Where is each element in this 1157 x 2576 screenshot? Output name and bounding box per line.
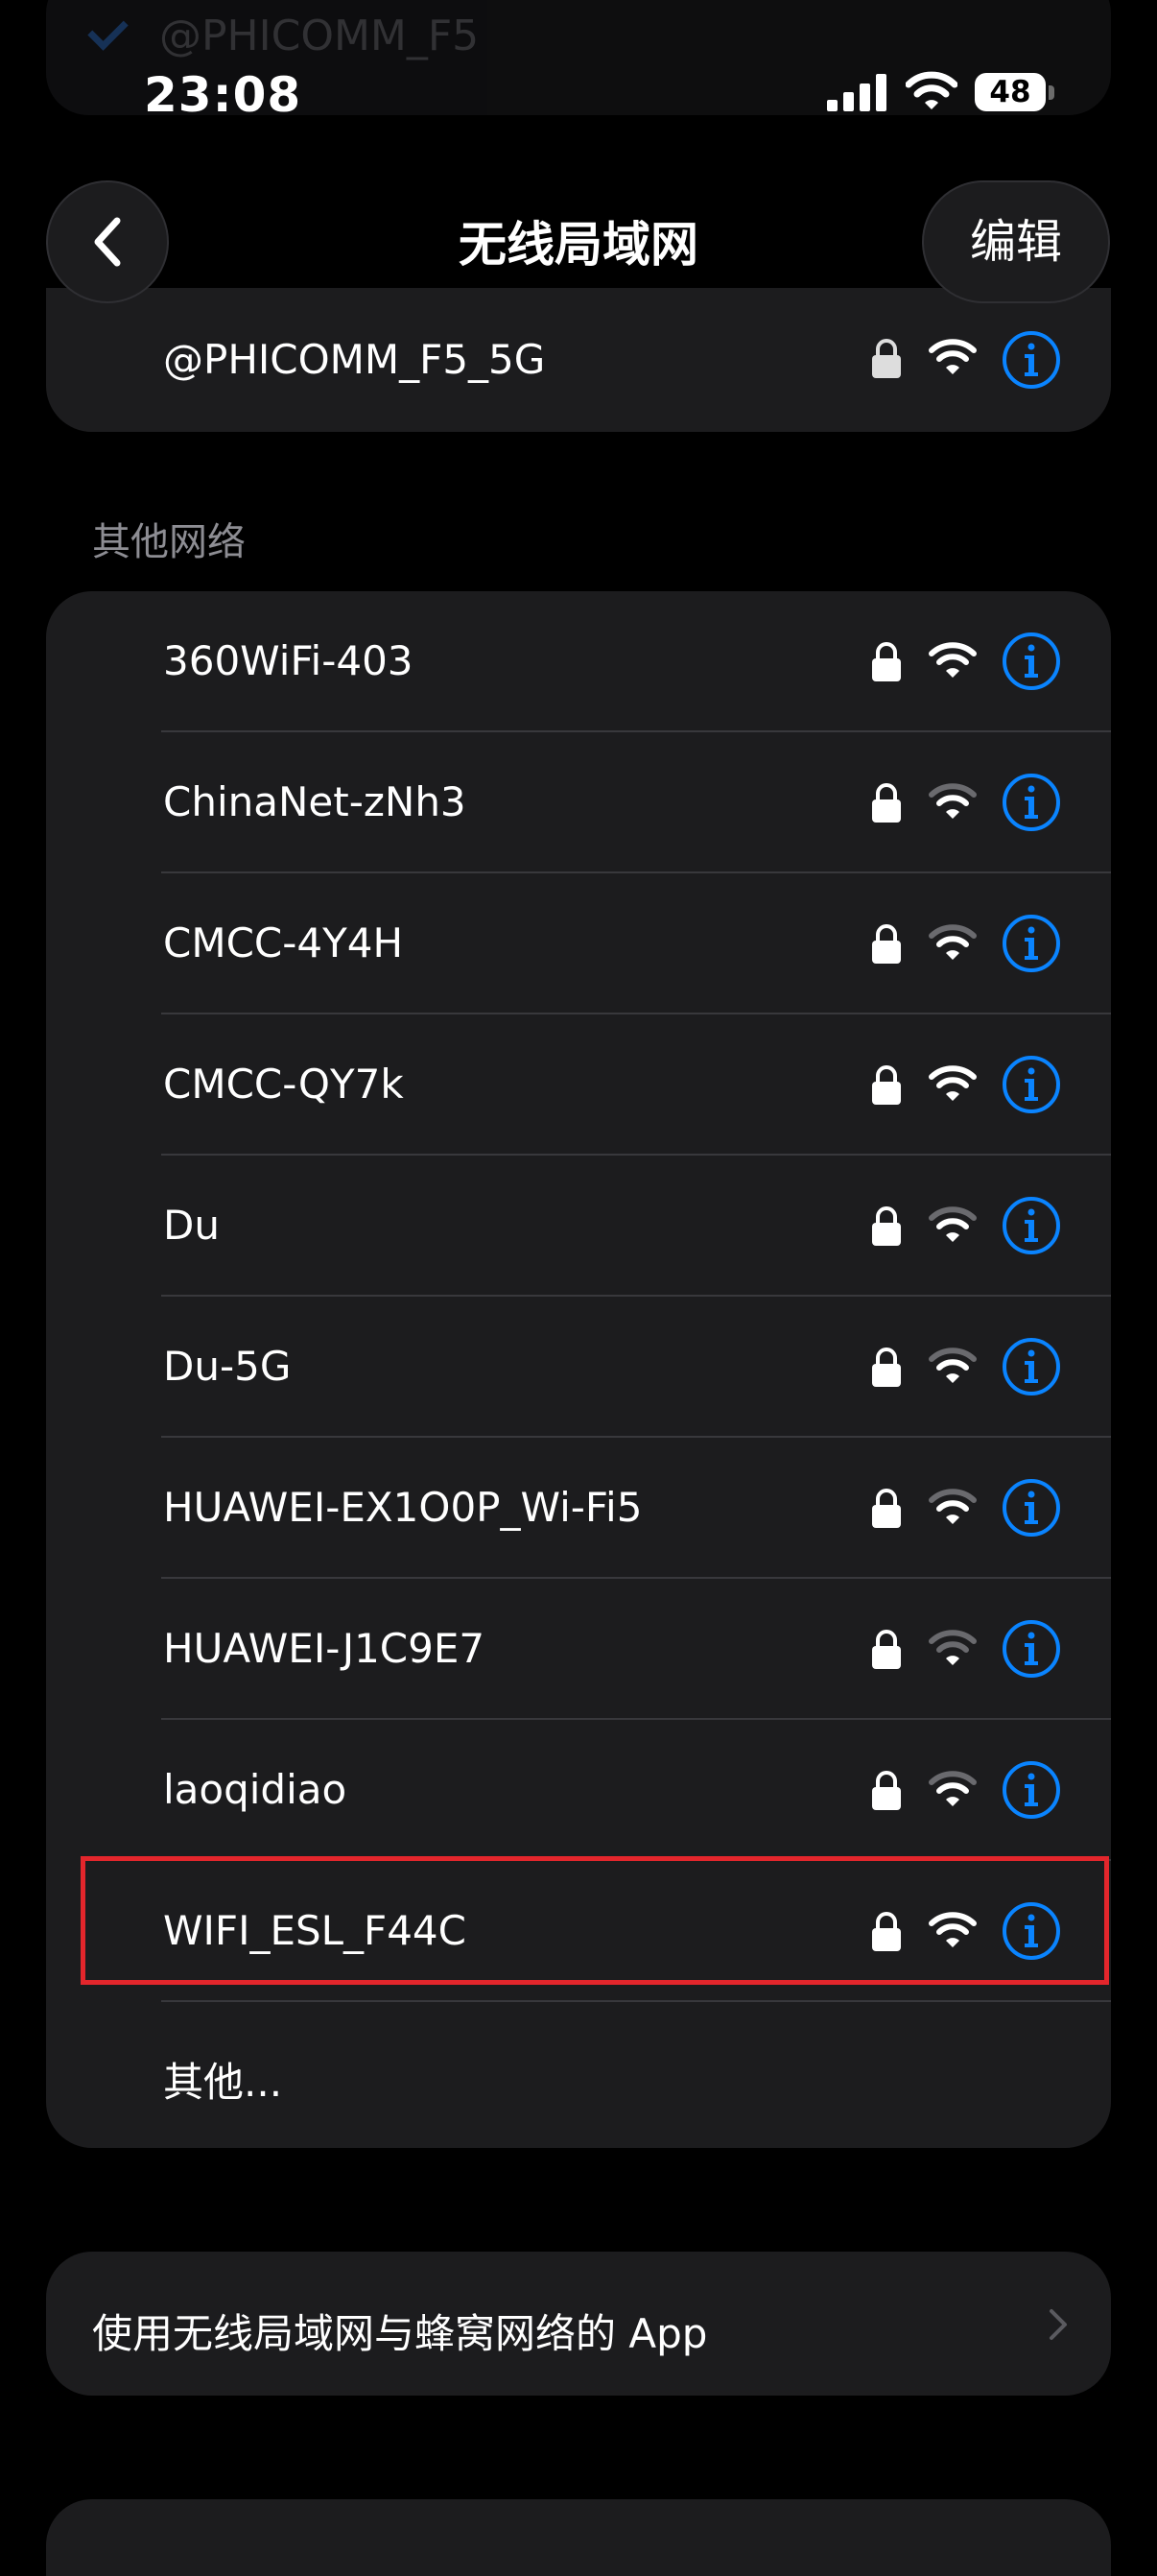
back-button[interactable] <box>46 180 169 303</box>
lock-icon <box>872 1348 901 1387</box>
lock-icon <box>872 1489 901 1528</box>
network-row[interactable]: Du-5G <box>46 1297 1111 1438</box>
info-icon[interactable] <box>1002 773 1061 832</box>
network-name: @PHICOMM_F5_5G <box>163 336 546 383</box>
next-section-card <box>46 2499 1111 2576</box>
battery-tip <box>1049 85 1054 100</box>
wifi-signal-icon <box>929 924 977 960</box>
status-bar: 23:08 48 <box>0 0 1157 182</box>
chevron-right-icon <box>1050 2309 1067 2340</box>
wifi-status-icon <box>906 71 957 109</box>
wifi-signal-icon <box>929 783 977 819</box>
wifi-signal-icon <box>929 1630 977 1665</box>
network-name: 360WiFi-403 <box>163 637 413 684</box>
highlight-annotation <box>81 1856 1109 1985</box>
lock-icon <box>872 642 901 681</box>
lock-icon <box>872 1771 901 1810</box>
wifi-signal-icon <box>929 1348 977 1383</box>
join-other-network-label: 其他... <box>163 2059 283 2106</box>
lock-icon <box>872 924 901 964</box>
wifi-signal-icon <box>929 1206 977 1242</box>
network-row[interactable]: Du <box>46 1156 1111 1297</box>
lock-icon <box>872 1630 901 1669</box>
info-icon[interactable] <box>1002 1055 1061 1114</box>
network-name: HUAWEI-EX1O0P_Wi-Fi5 <box>163 1484 643 1531</box>
network-name: Du <box>163 1202 220 1249</box>
apps-using-wlan-row[interactable]: 使用无线局域网与蜂窝网络的 App <box>46 2252 1111 2396</box>
cellular-signal-icon <box>827 74 886 111</box>
edit-button[interactable]: 编辑 <box>922 180 1110 303</box>
info-icon[interactable] <box>1002 330 1061 390</box>
wifi-signal-icon <box>929 339 977 374</box>
network-name: Du-5G <box>163 1343 292 1390</box>
network-row[interactable]: laoqidiao <box>46 1720 1111 1861</box>
network-row[interactable]: 360WiFi-403 <box>46 591 1111 732</box>
lock-icon <box>872 339 901 378</box>
lock-icon <box>872 1206 901 1246</box>
network-row[interactable]: CMCC-4Y4H <box>46 873 1111 1014</box>
lock-icon <box>872 1065 901 1105</box>
network-row[interactable]: ChinaNet-zNh3 <box>46 732 1111 873</box>
info-icon[interactable] <box>1002 1196 1061 1255</box>
network-name: HUAWEI-J1C9E7 <box>163 1625 485 1672</box>
wifi-signal-icon <box>929 1065 977 1101</box>
chevron-left-icon <box>94 217 121 267</box>
network-name: CMCC-QY7k <box>163 1061 404 1108</box>
info-icon[interactable] <box>1002 914 1061 973</box>
wifi-signal-icon <box>929 1489 977 1524</box>
info-icon[interactable] <box>1002 1619 1061 1679</box>
info-icon[interactable] <box>1002 1760 1061 1820</box>
battery-level: 48 <box>975 73 1046 111</box>
page-title: 无线局域网 <box>459 217 698 273</box>
join-other-network-row[interactable]: 其他... <box>46 2002 1111 2146</box>
info-icon[interactable] <box>1002 1478 1061 1538</box>
lock-icon <box>872 783 901 823</box>
status-time: 23:08 <box>144 67 302 123</box>
section-header-other-networks: 其他网络 <box>92 520 246 564</box>
network-name: CMCC-4Y4H <box>163 919 404 966</box>
network-name: laoqidiao <box>163 1766 347 1813</box>
current-network-row[interactable]: @PHICOMM_F5_5G <box>46 288 1111 432</box>
info-icon[interactable] <box>1002 632 1061 691</box>
network-row[interactable]: HUAWEI-J1C9E7 <box>46 1579 1111 1720</box>
network-row[interactable]: CMCC-QY7k <box>46 1014 1111 1156</box>
wifi-signal-icon <box>929 1771 977 1806</box>
wifi-signal-icon <box>929 642 977 678</box>
info-icon[interactable] <box>1002 1337 1061 1396</box>
apps-row-label: 使用无线局域网与蜂窝网络的 App <box>92 2310 708 2357</box>
network-name: ChinaNet-zNh3 <box>163 778 466 825</box>
network-row[interactable]: HUAWEI-EX1O0P_Wi-Fi5 <box>46 1438 1111 1579</box>
